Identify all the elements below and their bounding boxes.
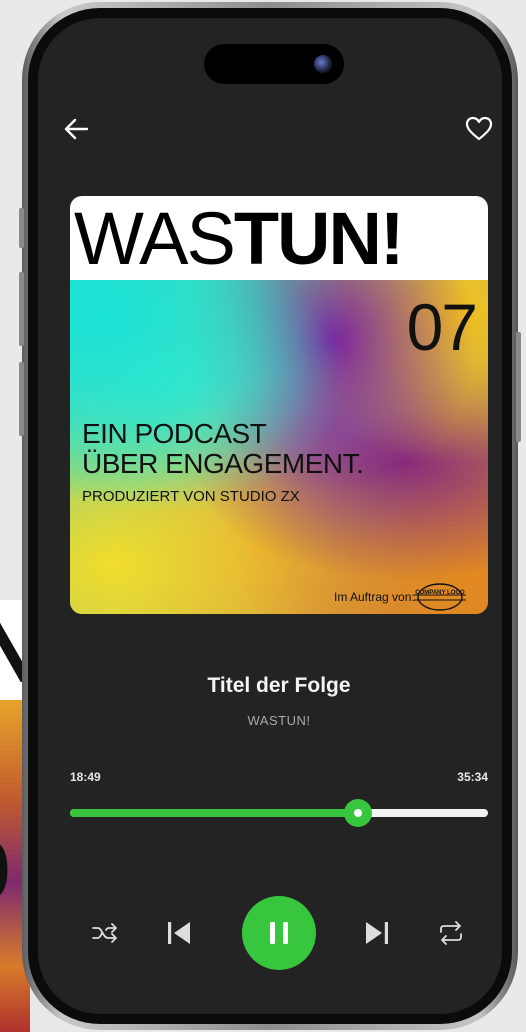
background-poster-number: 0 <box>0 828 11 912</box>
skip-previous-icon <box>168 922 190 944</box>
cover-episode-number: 07 <box>406 290 478 364</box>
phone-bezel: WASTUN! 07 EIN PODCAST ÜBER ENGAGEMENT. … <box>28 8 512 1024</box>
phone-volume-up <box>19 272 24 346</box>
favorite-button[interactable] <box>464 114 494 144</box>
time-total: 35:34 <box>457 770 488 784</box>
cover-producer: PRODUZIERT VON STUDIO ZX <box>82 488 300 505</box>
phone-frame: WASTUN! 07 EIN PODCAST ÜBER ENGAGEMENT. … <box>19 2 521 1030</box>
track-artist: WASTUN! <box>247 713 311 728</box>
cover-commission-label: Im Auftrag von: <box>334 590 415 604</box>
cover-subtitle-line2: ÜBER ENGAGEMENT. <box>82 448 364 479</box>
phone-side-button <box>19 208 24 248</box>
cover-title-light: WAS <box>74 197 236 280</box>
company-logo-badge-icon <box>414 583 466 611</box>
player-screen: WASTUN! 07 EIN PODCAST ÜBER ENGAGEMENT. … <box>38 18 502 1014</box>
track-title: Titel der Folge <box>207 674 351 697</box>
play-pause-button[interactable] <box>242 896 316 970</box>
dynamic-island <box>204 44 344 84</box>
phone-power-button <box>516 332 521 442</box>
repeat-icon <box>440 921 462 945</box>
repeat-button[interactable] <box>436 918 466 948</box>
skip-next-icon <box>366 922 388 944</box>
back-button[interactable] <box>62 114 92 144</box>
progress-fill <box>70 809 359 817</box>
progress-thumb[interactable] <box>344 799 373 827</box>
front-camera <box>314 55 332 73</box>
shuffle-button[interactable] <box>90 918 120 948</box>
cover-title-bold: TUN! <box>233 197 405 280</box>
cover-subtitle-line1: EIN PODCAST <box>82 418 267 449</box>
company-logo-text: COMPANY LOGO <box>415 590 465 596</box>
heart-outline-icon <box>465 116 493 141</box>
company-logo: COMPANY LOGO <box>412 582 468 612</box>
next-button[interactable] <box>362 918 392 948</box>
progress-slider[interactable] <box>70 799 488 827</box>
pause-icon <box>270 922 288 944</box>
previous-button[interactable] <box>164 918 194 948</box>
phone-volume-down <box>19 362 24 436</box>
time-elapsed: 18:49 <box>70 770 101 784</box>
arrow-left-icon <box>64 118 89 140</box>
podcast-cover-art: WASTUN! 07 EIN PODCAST ÜBER ENGAGEMENT. … <box>70 196 488 614</box>
cover-title: WASTUN! <box>74 202 405 276</box>
shuffle-icon <box>92 923 117 943</box>
cover-title-bar: WASTUN! <box>70 196 488 280</box>
